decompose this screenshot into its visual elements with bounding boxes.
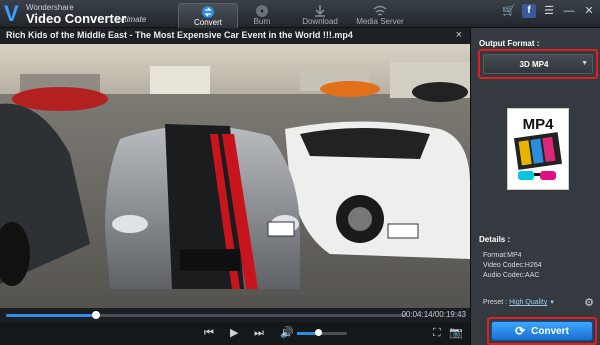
volume-slider[interactable]: [297, 329, 347, 336]
brand-product: Video Converter: [26, 11, 127, 26]
player-controls: ⏮ ▶ ⏭ 🔊 ⛶ 📷: [0, 322, 470, 345]
convert-icon: ⟳: [515, 324, 526, 338]
convert-highlight: ⟳ Convert: [487, 317, 597, 345]
facebook-icon[interactable]: f: [522, 4, 536, 18]
video-frame-image: [0, 44, 470, 308]
detail-video-codec: Video Codec:H264: [483, 262, 542, 269]
settings-gear-icon[interactable]: ⚙: [584, 296, 594, 309]
video-header: Rich Kids of the Middle East - The Most …: [0, 28, 470, 44]
seek-progress: [6, 314, 96, 317]
volume-handle[interactable]: [315, 329, 322, 336]
volume-icon[interactable]: 🔊: [280, 326, 294, 340]
tab-download[interactable]: Download: [290, 3, 350, 28]
tab-convert[interactable]: Convert: [178, 3, 238, 28]
video-title: Rich Kids of the Middle East - The Most …: [6, 30, 353, 40]
preset-label: Preset :: [483, 299, 508, 306]
fullscreen-icon[interactable]: ⛶: [433, 326, 441, 340]
minimize-icon[interactable]: —: [562, 4, 576, 18]
seek-handle[interactable]: [92, 311, 100, 319]
preset-chevron-icon[interactable]: ▼: [549, 300, 555, 306]
close-preview-icon[interactable]: ×: [456, 29, 462, 41]
detail-audio-codec: Audio Codec:AAC: [483, 272, 540, 279]
preset-dropdown[interactable]: High Quality: [509, 299, 547, 306]
output-format-dropdown[interactable]: 3D MP4 ▼: [483, 54, 593, 74]
disc-icon: [256, 5, 268, 17]
download-icon: [315, 5, 325, 17]
title-bar: V Wondershare Video Converter Ultimate C…: [0, 0, 600, 28]
time-display: 00:04:14/00:19:43: [401, 310, 466, 319]
app-logo-icon: V: [4, 1, 19, 26]
video-converter-window: V Wondershare Video Converter Ultimate C…: [0, 0, 600, 345]
tab-label: Media Server: [356, 17, 404, 26]
details-label: Details :: [479, 235, 511, 244]
cart-icon[interactable]: 🛒: [502, 4, 516, 18]
menu-icon[interactable]: ☰: [542, 4, 556, 18]
convert-arrows-icon: [202, 6, 214, 18]
window-controls: 🛒 f ☰ — ✕: [502, 3, 596, 19]
camera-icon[interactable]: 📷: [449, 326, 463, 340]
output-format-highlight: 3D MP4 ▼: [478, 49, 598, 79]
mp4-3d-icon: MP4: [511, 112, 565, 186]
close-icon[interactable]: ✕: [582, 4, 596, 18]
tab-label: Burn: [253, 17, 271, 26]
previous-icon[interactable]: ⏮: [204, 326, 214, 340]
chevron-down-icon[interactable]: ▼: [581, 60, 588, 67]
format-card-text: MP4: [523, 116, 555, 133]
seek-track[interactable]: [6, 311, 406, 319]
format-thumbnail: MP4: [507, 108, 569, 190]
tab-label: Convert: [193, 18, 222, 27]
wifi-icon: [373, 5, 387, 16]
output-panel: Output Format : 3D MP4 ▼ MP4 Details : F…: [470, 28, 600, 345]
seek-bar[interactable]: 00:04:14/00:19:43: [0, 308, 470, 322]
video-preview[interactable]: [0, 44, 470, 308]
preset-row: Preset : High Quality ▼: [483, 299, 555, 306]
output-format-value: 3D MP4: [519, 60, 549, 69]
play-icon[interactable]: ▶: [230, 326, 238, 340]
convert-button[interactable]: ⟳ Convert: [491, 321, 593, 341]
tab-label: Download: [302, 17, 338, 26]
convert-label: Convert: [531, 325, 569, 337]
tab-burn[interactable]: Burn: [232, 3, 292, 28]
detail-format: Format:MP4: [483, 252, 522, 259]
tab-media-server[interactable]: Media Server: [350, 3, 410, 28]
next-icon[interactable]: ⏭: [254, 326, 264, 340]
brand-edition: Ultimate: [117, 15, 147, 24]
output-format-label: Output Format :: [479, 39, 540, 48]
